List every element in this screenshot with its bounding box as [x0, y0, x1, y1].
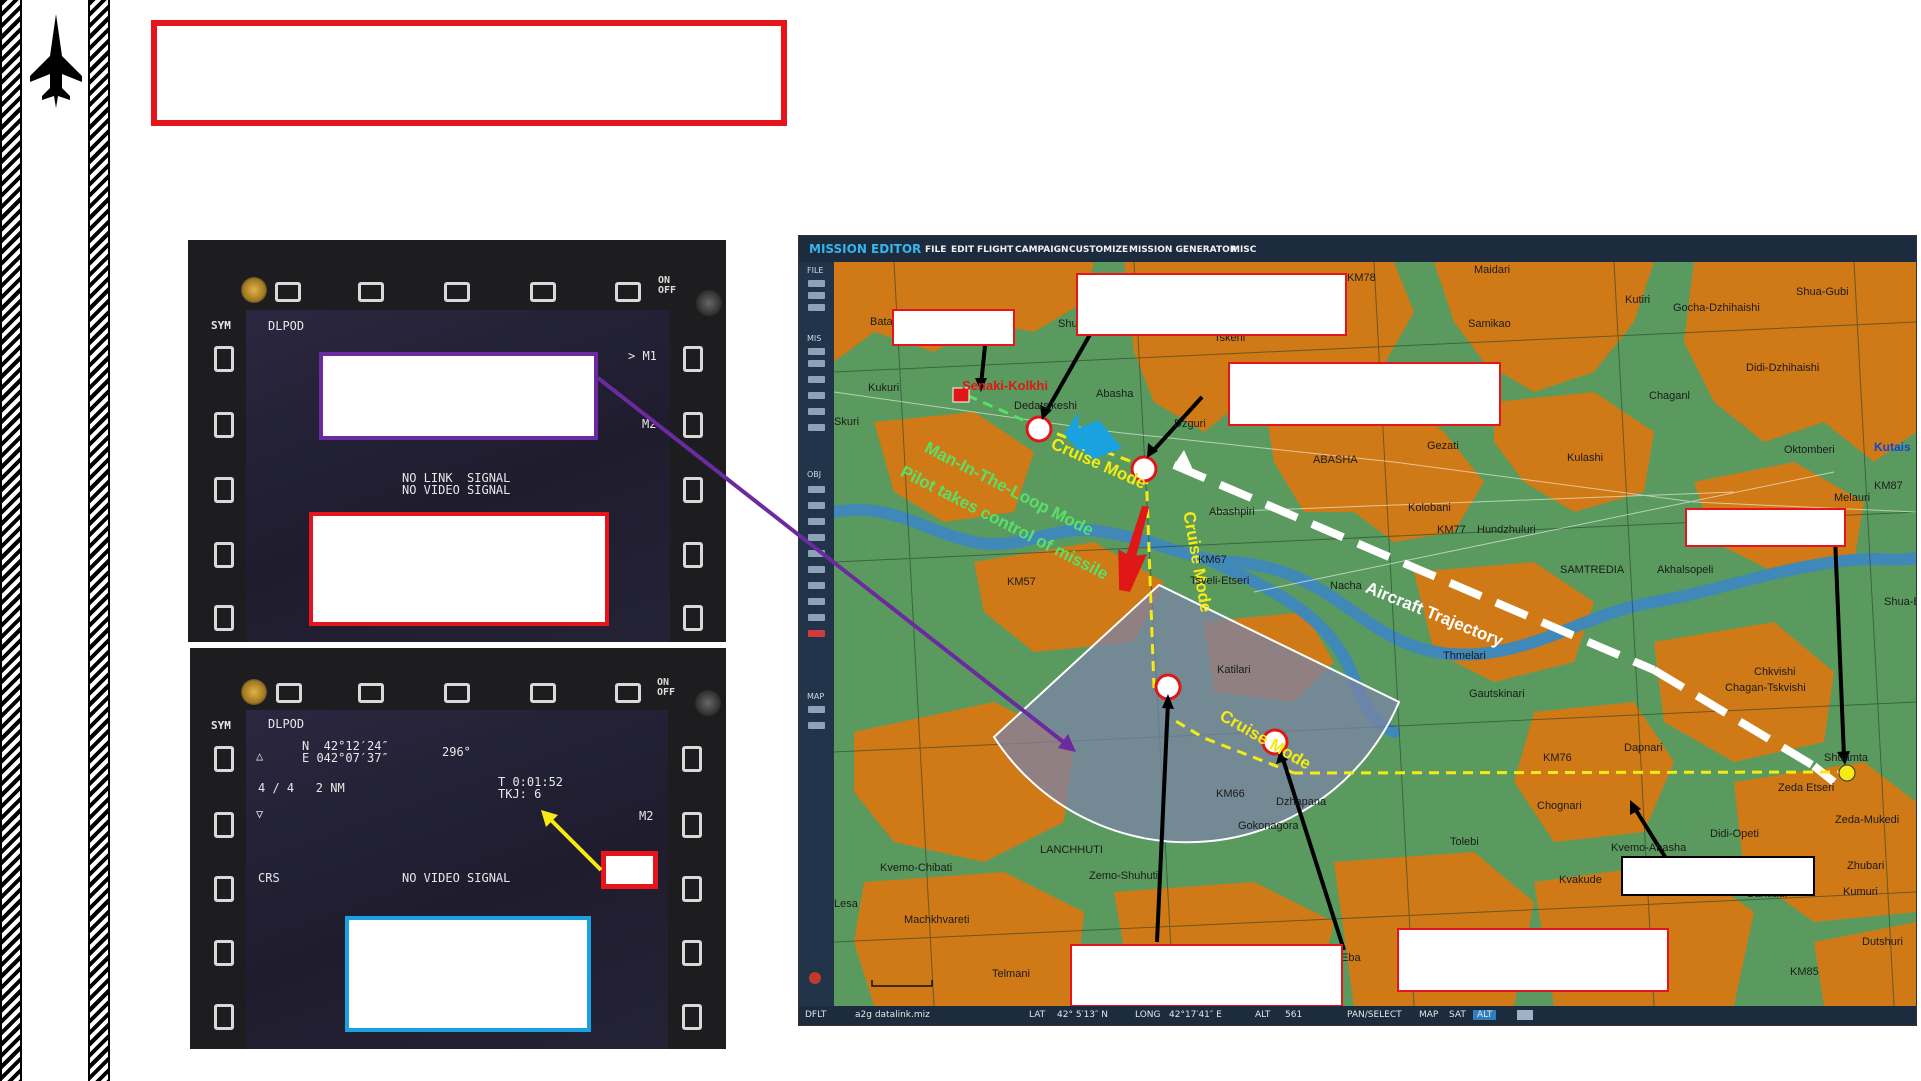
purple-connector-arrow [541, 376, 1076, 872]
